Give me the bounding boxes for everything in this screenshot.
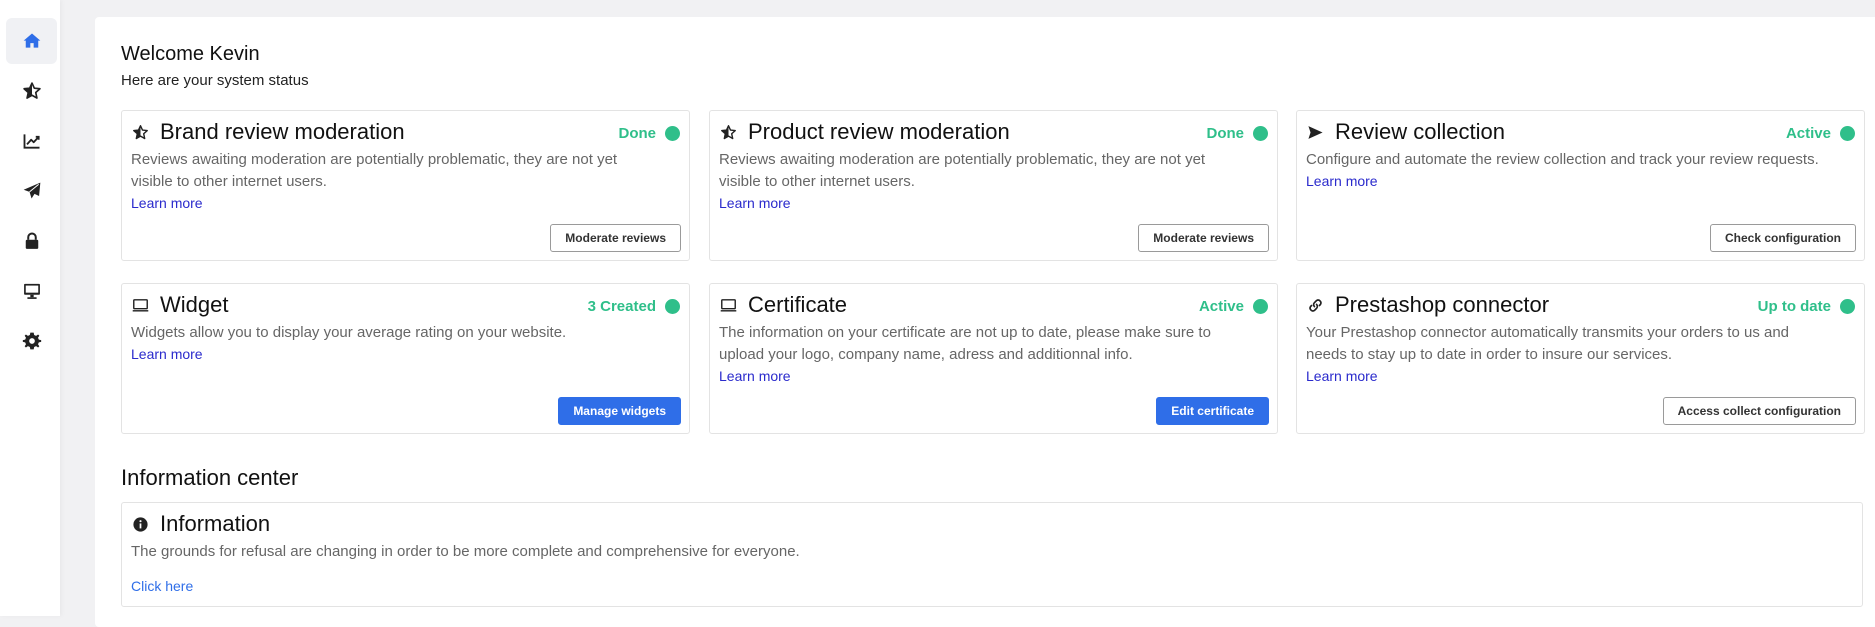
learn-more-link[interactable]: Learn more — [719, 193, 1247, 213]
status-badge: Active — [1786, 125, 1855, 142]
card-description: Your Prestashop connector automatically … — [1306, 324, 1790, 363]
card-title: Brand review moderation — [160, 119, 405, 144]
star-icon — [719, 123, 737, 141]
status-label: Active — [1785, 125, 1831, 142]
card-title: Certificate — [748, 292, 848, 317]
manage-widgets-button[interactable]: Manage widgets — [558, 397, 681, 425]
home-icon — [23, 33, 40, 48]
info-circle-icon — [131, 515, 149, 533]
status-label: Done — [1206, 125, 1245, 142]
status-dot — [1253, 126, 1268, 141]
information-center-title: Information center — [121, 465, 299, 490]
learn-more-link[interactable]: Learn more — [1306, 171, 1860, 191]
star-icon — [22, 82, 41, 99]
card-description: Reviews awaiting moderation are potentia… — [131, 151, 618, 190]
card-description: Widgets allow you to display your averag… — [131, 324, 567, 341]
check-configuration-button[interactable]: Check configuration — [1709, 224, 1856, 252]
sidebar-item-security[interactable] — [6, 218, 57, 264]
desktop-icon — [131, 296, 149, 314]
status-label: Done — [618, 125, 657, 142]
card-product-review-moderation: Product review moderation Done Reviews a… — [709, 110, 1278, 261]
status-label: 3 Created — [587, 298, 656, 315]
status-dot — [1840, 126, 1855, 141]
learn-more-link[interactable]: Learn more — [131, 193, 659, 213]
status-dot — [1840, 299, 1855, 314]
card-certificate: Certificate Active The information on yo… — [709, 283, 1278, 434]
status-label: Active — [1198, 298, 1244, 315]
lock-icon — [25, 232, 38, 249]
card-widget: Widget 3 Created Widgets allow you to di… — [121, 283, 690, 434]
information-card-description: The grounds for refusal are changing in … — [131, 543, 800, 560]
status-dot — [665, 299, 680, 314]
desktop-icon — [23, 283, 40, 299]
sidebar-item-home[interactable] — [6, 18, 57, 64]
card-title: Product review moderation — [748, 119, 1010, 144]
status-badge: Active — [1199, 298, 1268, 315]
card-description: The information on your certificate are … — [719, 324, 1211, 363]
card-review-collection: Review collection Active Configure and a… — [1296, 110, 1865, 261]
learn-more-link[interactable]: Learn more — [131, 344, 659, 364]
status-badge: Up to date — [1758, 298, 1855, 315]
moderate-reviews-button[interactable]: Moderate reviews — [1138, 224, 1269, 252]
information-card-title: Information — [160, 511, 271, 536]
status-badge: Done — [1206, 125, 1268, 142]
edit-certificate-button[interactable]: Edit certificate — [1156, 397, 1269, 425]
gear-icon — [22, 332, 41, 350]
link-icon — [1306, 296, 1324, 314]
learn-more-link[interactable]: Learn more — [719, 366, 1247, 386]
sidebar-item-settings[interactable] — [6, 318, 57, 364]
sidebar-item-collection[interactable] — [6, 168, 57, 214]
learn-more-link[interactable]: Learn more — [1306, 366, 1834, 386]
access-collect-configuration-button[interactable]: Access collect configuration — [1662, 397, 1856, 425]
status-label: Up to date — [1757, 298, 1831, 315]
star-icon — [131, 123, 149, 141]
status-badge: 3 Created — [588, 298, 680, 315]
click-here-link[interactable]: Click here — [131, 578, 193, 594]
sidebar-item-widgets[interactable] — [6, 268, 57, 314]
card-title: Widget — [160, 292, 229, 317]
welcome-title: Welcome Kevin — [121, 43, 260, 65]
status-dot — [665, 126, 680, 141]
chart-line-icon — [23, 134, 40, 149]
welcome-subtitle: Here are your system status — [121, 72, 309, 89]
card-brand-review-moderation: Brand review moderation Done Reviews awa… — [121, 110, 690, 261]
status-dot — [1253, 299, 1268, 314]
card-prestashop-connector: Prestashop connector Up to date Your Pre… — [1296, 283, 1865, 434]
card-title: Review collection — [1335, 119, 1505, 144]
paper-plane-icon — [1306, 123, 1324, 141]
moderate-reviews-button[interactable]: Moderate reviews — [550, 224, 681, 252]
card-description: Reviews awaiting moderation are potentia… — [719, 151, 1206, 190]
paper-plane-icon — [23, 182, 40, 199]
status-badge: Done — [618, 125, 680, 142]
card-title: Prestashop connector — [1335, 292, 1550, 317]
desktop-icon — [719, 296, 737, 314]
card-description: Configure and automate the review collec… — [1306, 151, 1819, 168]
sidebar-item-reviews[interactable] — [6, 68, 57, 114]
sidebar-item-statistics[interactable] — [6, 118, 57, 164]
sidebar — [0, 0, 60, 616]
information-card: Information The grounds for refusal are … — [121, 502, 1863, 607]
